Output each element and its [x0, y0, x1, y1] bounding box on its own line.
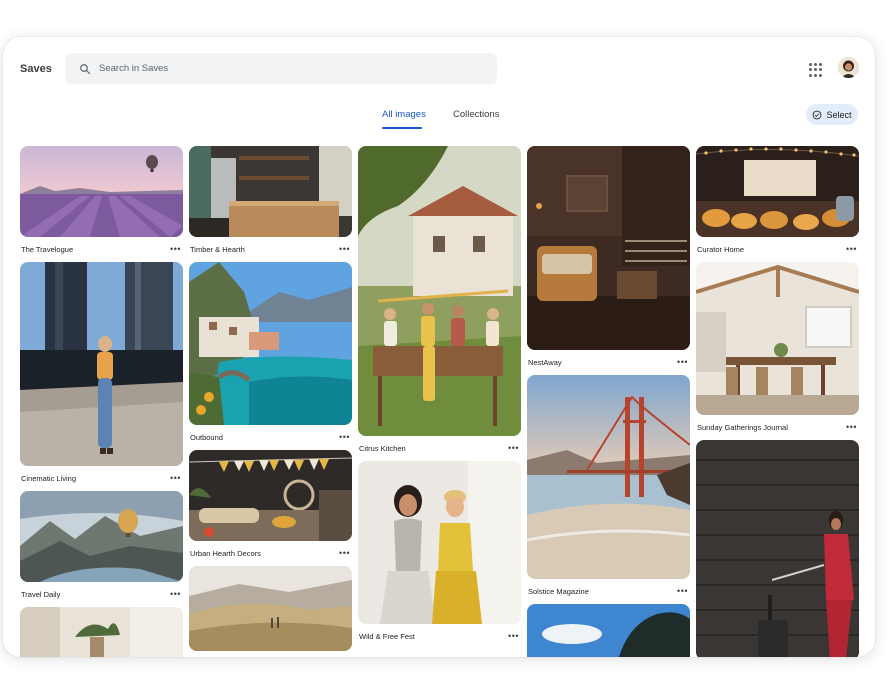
mountain-balloon-image[interactable]	[20, 491, 183, 582]
card-title: Urban Hearth Decors	[190, 549, 261, 558]
more-options-icon[interactable]: •••	[846, 423, 857, 432]
more-options-icon[interactable]: •••	[677, 358, 688, 367]
more-options-icon[interactable]: •••	[677, 587, 688, 596]
page-title: Saves	[20, 63, 52, 75]
saved-image-card[interactable]: Citrus Kitchen •••	[358, 146, 521, 461]
traveler-suitcase-image[interactable]	[696, 440, 859, 657]
saved-image-card[interactable]: NestAway •••	[527, 146, 690, 375]
saved-image-card[interactable]: Solstice Magazine •••	[527, 375, 690, 604]
grid-column-2: Timber & Hearth ••• Outbound ••• Urban Hea…	[189, 146, 352, 651]
grid-column-3: Citrus Kitchen ••• Wild & Free Fest •••	[358, 146, 521, 649]
card-title: Cinematic Living	[21, 474, 77, 483]
card-title: Sunday Gatherings Journal	[697, 423, 788, 432]
saves-window: Saves All images Collections Select The …	[3, 37, 875, 657]
select-label: Select	[826, 109, 852, 120]
golden-gate-beach-image[interactable]	[527, 375, 690, 579]
sky-tree-image[interactable]	[527, 604, 690, 657]
active-tab-indicator	[382, 127, 422, 129]
coastal-village-image[interactable]	[189, 262, 352, 425]
saved-image-card[interactable]: Cinematic Living •••	[20, 262, 183, 491]
saved-image-card[interactable]: Travel Daily •••	[20, 491, 183, 607]
grid-column-1: The Travelogue ••• Cinematic Living ••• Tr…	[20, 146, 183, 657]
kitchen-interior-image[interactable]	[189, 146, 352, 237]
cozy-room-image[interactable]	[527, 146, 690, 350]
more-options-icon[interactable]: •••	[508, 632, 519, 641]
saved-image-card[interactable]	[696, 440, 859, 657]
saved-image-card[interactable]: The Travelogue •••	[20, 146, 183, 262]
outdoor-cinema-image[interactable]	[696, 146, 859, 237]
check-circle-icon	[813, 110, 822, 119]
more-options-icon[interactable]: •••	[170, 474, 181, 483]
card-title: NestAway	[528, 358, 562, 367]
search-bar[interactable]	[65, 53, 497, 84]
more-options-icon[interactable]: •••	[846, 245, 857, 254]
card-title: Citrus Kitchen	[359, 444, 406, 453]
saved-image-card[interactable]	[20, 607, 183, 657]
card-title: The Travelogue	[21, 245, 74, 254]
saved-image-card[interactable]: Timber & Hearth •••	[189, 146, 352, 262]
more-options-icon[interactable]: •••	[508, 444, 519, 453]
card-title: Travel Daily	[21, 590, 61, 599]
tab-all-images[interactable]: All images	[382, 109, 426, 120]
woman-city-walk-image[interactable]	[20, 262, 183, 466]
card-title: Wild & Free Fest	[359, 632, 415, 641]
more-options-icon[interactable]: •••	[339, 549, 350, 558]
saved-image-card[interactable]: Curator Home •••	[696, 146, 859, 262]
card-title: Solstice Magazine	[528, 587, 589, 596]
avatar[interactable]	[838, 57, 859, 78]
rolling-hills-image[interactable]	[189, 566, 352, 651]
lavender-field-image[interactable]	[20, 146, 183, 237]
more-options-icon[interactable]: •••	[339, 433, 350, 442]
more-options-icon[interactable]: •••	[170, 590, 181, 599]
saved-image-card[interactable]: Outbound •••	[189, 262, 352, 450]
tab-collections[interactable]: Collections	[453, 109, 499, 120]
living-room-image[interactable]	[20, 607, 183, 657]
saved-image-card[interactable]: Sunday Gatherings Journal •••	[696, 262, 859, 440]
saved-image-card[interactable]	[189, 566, 352, 651]
saved-image-card[interactable]: Urban Hearth Decors •••	[189, 450, 352, 566]
saved-image-card[interactable]: Wild & Free Fest •••	[358, 461, 521, 649]
garden-dinner-party-image[interactable]	[358, 146, 521, 436]
search-input[interactable]	[99, 63, 479, 74]
card-title: Curator Home	[697, 245, 745, 254]
dining-room-image[interactable]	[696, 262, 859, 415]
more-options-icon[interactable]: •••	[170, 245, 181, 254]
grid-column-4: NestAway ••• Solstice Magazine •••	[527, 146, 690, 657]
apps-grid-icon[interactable]	[809, 63, 823, 77]
more-options-icon[interactable]: •••	[339, 245, 350, 254]
search-icon	[80, 63, 91, 74]
saved-image-card[interactable]	[527, 604, 690, 657]
card-title: Timber & Hearth	[190, 245, 245, 254]
card-title: Outbound	[190, 433, 223, 442]
outdoor-lounge-image[interactable]	[189, 450, 352, 541]
select-button[interactable]: Select	[806, 104, 858, 125]
grid-column-5: Curator Home ••• Sunday Gatherings Journa…	[696, 146, 859, 657]
festival-friends-image[interactable]	[358, 461, 521, 624]
